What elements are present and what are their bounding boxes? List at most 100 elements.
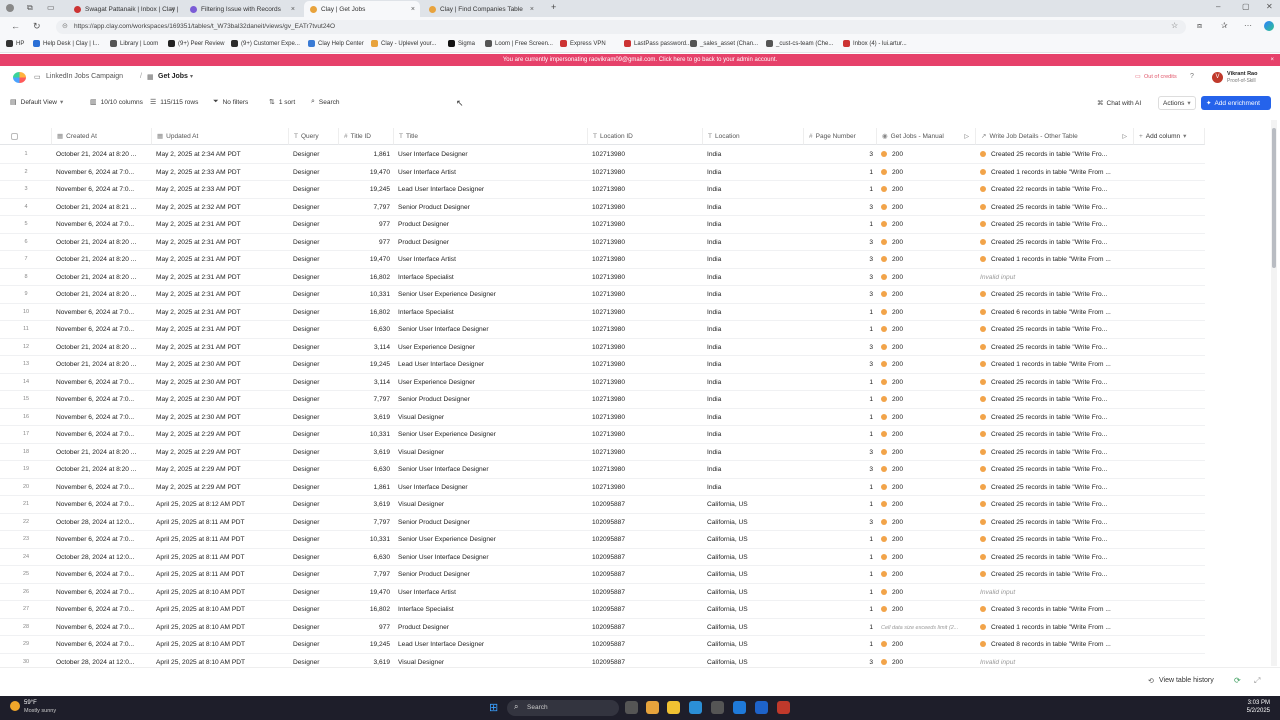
sync-icon[interactable]: ⟳ (1234, 676, 1241, 685)
table-cell[interactable]: 19,470 (339, 164, 394, 182)
close-window-icon[interactable]: ✕ (1266, 2, 1273, 11)
table-cell[interactable]: California, US (703, 531, 804, 549)
table-cell[interactable]: Product Designer (394, 234, 588, 252)
table-cell[interactable]: User Experience Designer (394, 339, 588, 357)
table-cell[interactable]: April 25, 2025 at 8:11 AM PDT (152, 514, 289, 532)
table-cell[interactable]: Designer (289, 251, 339, 269)
table-row[interactable]: 16 November 6, 2024 at 7:0... May 2, 2025 … (0, 409, 1205, 427)
table-cell[interactable]: 200 (877, 304, 976, 322)
table-cell[interactable]: User Interface Designer (394, 146, 588, 164)
table-cell[interactable]: India (703, 146, 804, 164)
file-explorer-icon[interactable] (667, 701, 680, 714)
table-cell[interactable]: 102713980 (588, 216, 703, 234)
table-cell[interactable]: Created 25 records in table "Write Fro..… (976, 409, 1134, 427)
table-cell[interactable]: Designer (289, 216, 339, 234)
table-cell[interactable]: 3 (804, 339, 877, 357)
table-cell[interactable]: Senior User Interface Designer (394, 321, 588, 339)
table-row[interactable]: 23 November 6, 2024 at 7:0... April 25, 20… (0, 531, 1205, 549)
table-row[interactable]: 6 October 21, 2024 at 8:20 ... May 2, 2025… (0, 234, 1205, 252)
store-icon[interactable] (711, 701, 724, 714)
table-cell[interactable]: India (703, 426, 804, 444)
filters-button[interactable]: ⏷ No filters (213, 98, 248, 106)
bookmark-item[interactable]: Clay - Uplevel your... (371, 40, 436, 47)
table-cell[interactable]: Designer (289, 601, 339, 619)
table-cell[interactable]: October 21, 2024 at 8:20 ... (52, 461, 152, 479)
browser-tab[interactable]: Clay | Get Jobs × (304, 1, 420, 17)
table-cell[interactable]: October 21, 2024 at 8:21 ... (52, 199, 152, 217)
add-column-button[interactable]: + Add column ▾ (1134, 128, 1205, 145)
table-cell[interactable]: November 6, 2024 at 7:0... (52, 636, 152, 654)
table-cell[interactable]: May 2, 2025 at 2:31 AM PDT (152, 286, 289, 304)
clock-date[interactable]: 5/2/2025 (1240, 708, 1270, 714)
table-row[interactable]: 8 October 21, 2024 at 8:20 ... May 2, 2025… (0, 269, 1205, 287)
table-cell[interactable]: 102713980 (588, 286, 703, 304)
table-row[interactable]: 27 November 6, 2024 at 7:0... April 25, 20… (0, 601, 1205, 619)
clay-logo-icon[interactable] (13, 72, 26, 83)
table-cell[interactable]: 200 (877, 164, 976, 182)
table-cell[interactable]: Senior Product Designer (394, 199, 588, 217)
table-cell[interactable]: Created 25 records in table "Write Fro..… (976, 391, 1134, 409)
table-cell[interactable]: Created 8 records in table "Write From .… (976, 636, 1134, 654)
tab-close-icon[interactable]: × (411, 6, 415, 13)
table-cell[interactable]: Interface Specialist (394, 304, 588, 322)
table-cell[interactable]: Senior User Interface Designer (394, 461, 588, 479)
table-cell[interactable]: October 28, 2024 at 12:0... (52, 654, 152, 667)
table-row[interactable]: 5 November 6, 2024 at 7:0... May 2, 2025 a… (0, 216, 1205, 234)
table-cell[interactable]: Designer (289, 164, 339, 182)
loom-icon[interactable] (777, 701, 790, 714)
table-cell[interactable]: 200 (877, 636, 976, 654)
table-cell[interactable]: 19,245 (339, 181, 394, 199)
table-cell[interactable]: Designer (289, 496, 339, 514)
bookmark-item[interactable]: (9+) Customer Expe... (231, 40, 300, 47)
table-cell[interactable]: India (703, 409, 804, 427)
table-cell[interactable]: Created 1 records in table "Write From .… (976, 356, 1134, 374)
table-cell[interactable]: November 6, 2024 at 7:0... (52, 496, 152, 514)
table-cell[interactable]: 102095887 (588, 531, 703, 549)
table-cell[interactable]: 3 (804, 234, 877, 252)
table-row[interactable]: 28 November 6, 2024 at 7:0... April 25, 20… (0, 619, 1205, 637)
table-row[interactable]: 25 November 6, 2024 at 7:0... April 25, 20… (0, 566, 1205, 584)
table-cell[interactable]: India (703, 444, 804, 462)
edge-icon[interactable] (689, 701, 702, 714)
table-cell[interactable]: April 25, 2025 at 8:10 AM PDT (152, 601, 289, 619)
table-cell[interactable]: May 2, 2025 at 2:33 AM PDT (152, 181, 289, 199)
bookmark-item[interactable]: Loom | Free Screen... (485, 40, 553, 47)
table-cell[interactable]: April 25, 2025 at 8:12 AM PDT (152, 496, 289, 514)
table-row[interactable]: 13 October 21, 2024 at 8:20 ... May 2, 202… (0, 356, 1205, 374)
table-cell[interactable]: 3 (804, 461, 877, 479)
table-cell[interactable]: Designer (289, 549, 339, 567)
table-cell[interactable]: 200 (877, 514, 976, 532)
column-header[interactable]: T Query (289, 128, 339, 145)
table-cell[interactable]: Lead User Interface Designer (394, 636, 588, 654)
table-cell[interactable]: May 2, 2025 at 2:30 AM PDT (152, 391, 289, 409)
table-row[interactable]: 14 November 6, 2024 at 7:0... May 2, 2025 … (0, 374, 1205, 392)
table-cell[interactable]: 200 (877, 181, 976, 199)
user-name[interactable]: Vikrant Rao (1227, 71, 1257, 77)
table-cell[interactable]: 1 (804, 374, 877, 392)
table-cell[interactable]: India (703, 304, 804, 322)
table-cell[interactable]: April 25, 2025 at 8:10 AM PDT (152, 619, 289, 637)
table-cell[interactable]: Designer (289, 304, 339, 322)
bookmark-item[interactable]: Inbox (4) - lui.artur... (843, 40, 907, 47)
table-cell[interactable]: Created 25 records in table "Write Fro..… (976, 199, 1134, 217)
table-cell[interactable]: November 6, 2024 at 7:0... (52, 584, 152, 602)
table-cell[interactable]: India (703, 479, 804, 497)
table-cell[interactable]: Designer (289, 286, 339, 304)
table-cell[interactable]: 102713980 (588, 409, 703, 427)
table-cell[interactable]: 1 (804, 584, 877, 602)
add-enrichment-button[interactable]: ✦ Add enrichment (1201, 96, 1271, 110)
table-cell[interactable]: India (703, 286, 804, 304)
table-cell[interactable]: 200 (877, 566, 976, 584)
table-cell[interactable]: Lead User Interface Designer (394, 356, 588, 374)
table-cell[interactable]: 200 (877, 409, 976, 427)
table-cell[interactable]: 200 (877, 321, 976, 339)
table-cell[interactable]: October 21, 2024 at 8:20 ... (52, 286, 152, 304)
table-cell[interactable]: 3,619 (339, 654, 394, 667)
table-cell[interactable]: 10,331 (339, 531, 394, 549)
bookmark-item[interactable]: Library | Loom (110, 40, 158, 47)
table-cell[interactable]: Created 25 records in table "Write Fro..… (976, 321, 1134, 339)
table-cell[interactable]: Designer (289, 234, 339, 252)
table-cell[interactable]: 16,802 (339, 269, 394, 287)
table-cell[interactable]: Designer (289, 391, 339, 409)
table-cell[interactable]: 1 (804, 496, 877, 514)
